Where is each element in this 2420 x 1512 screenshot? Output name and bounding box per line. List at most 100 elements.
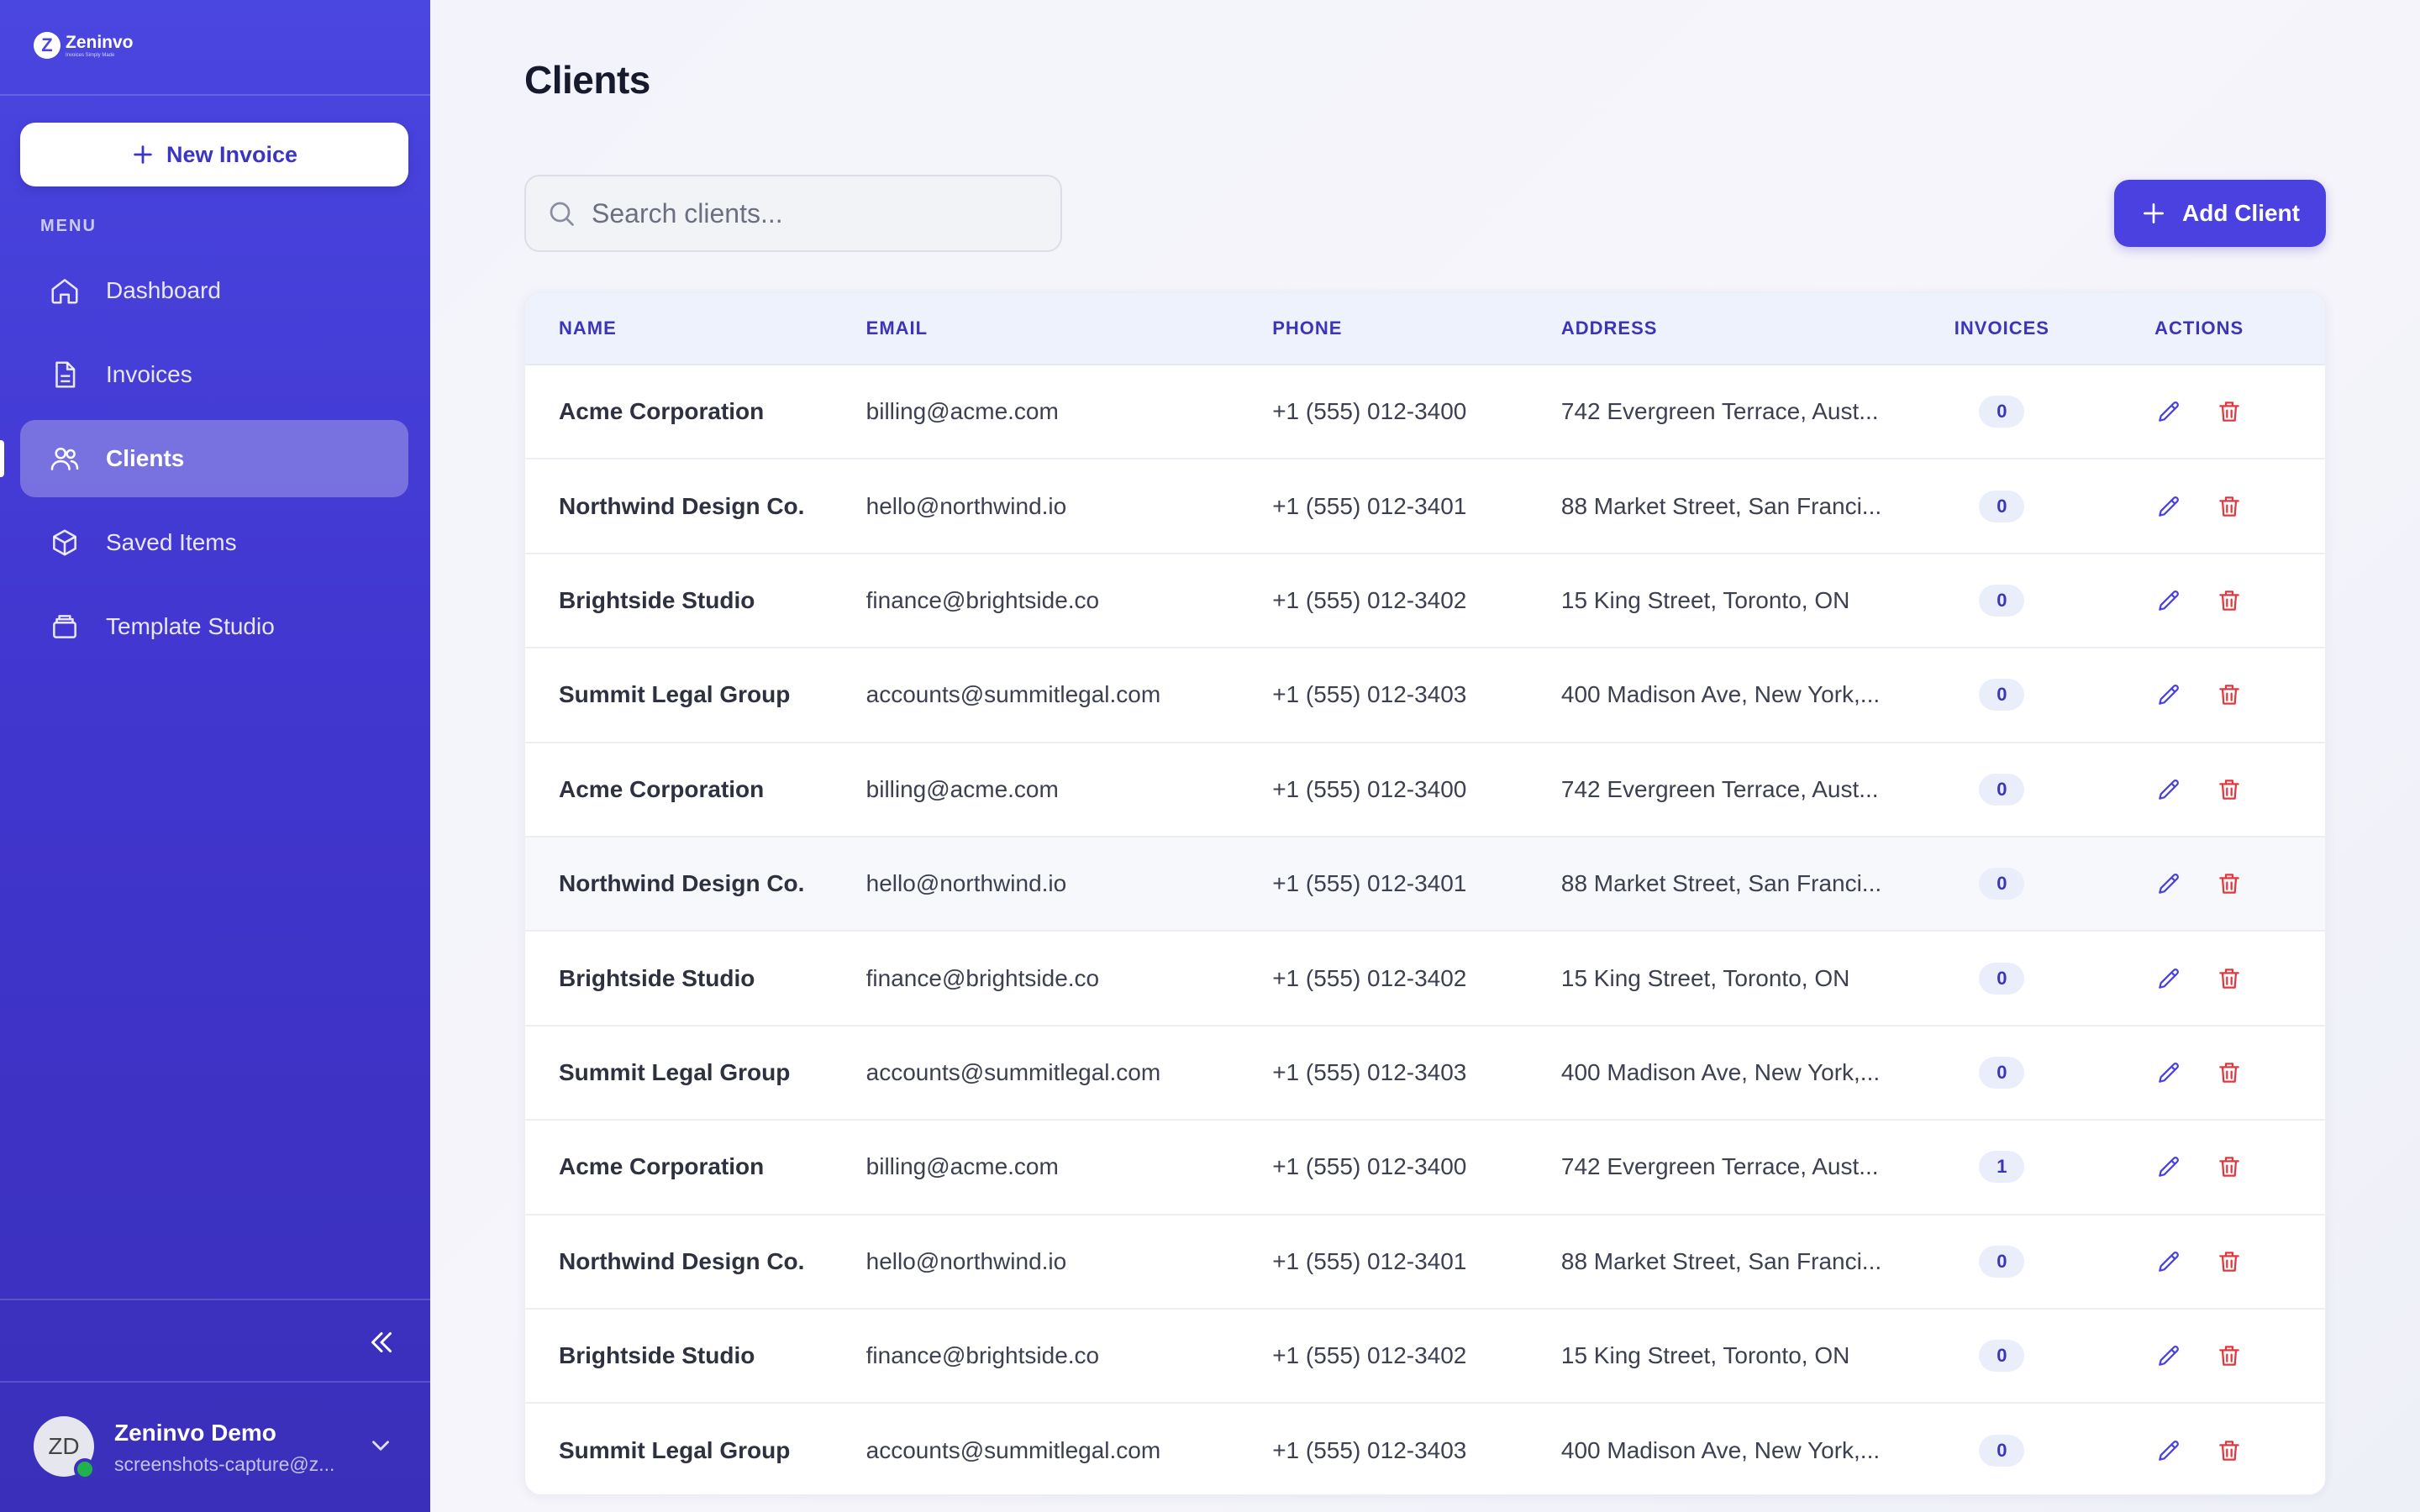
app-logo[interactable]: Z Zeninvo Invoices Simply Made [34,32,134,59]
trash-icon[interactable] [2214,680,2244,710]
sidebar: Z Zeninvo Invoices Simply Made New Invoi… [0,0,430,1512]
user-divider [0,1381,430,1383]
client-name: Brightside Studio [559,586,755,613]
client-address: 742 Evergreen Terrace, Aust... [1560,1153,1879,1180]
trash-icon[interactable] [2214,1436,2244,1466]
client-address: 15 King Street, Toronto, ON [1560,1342,1850,1369]
edit-icon[interactable] [2154,491,2184,522]
client-name: Brightside Studio [559,1342,755,1369]
sidebar-item-clients[interactable]: Clients [0,420,408,497]
edit-icon[interactable] [2154,869,2184,899]
search-box[interactable] [524,175,1062,252]
invoice-count-cell: 0 [1930,1340,2073,1373]
invoice-count-badge: 0 [1979,962,2025,995]
box-icon [53,529,76,556]
users-icon [50,447,79,470]
add-client-label: Add Client [2182,200,2300,226]
invoice-count-cell: 0 [1930,396,2073,428]
table-row[interactable]: Northwind Design Co. hello@northwind.io +1… [525,459,2325,554]
clients-table: NAME EMAIL PHONE ADDRESS INVOICES ACTION… [524,292,2326,1495]
search-input[interactable] [592,197,1045,229]
trash-icon[interactable] [2214,396,2244,427]
invoice-count-badge: 0 [1979,396,2025,428]
collapse-sidebar-button[interactable] [363,1324,400,1361]
table-row[interactable]: Brightside Studio finance@brightside.co +1… [525,554,2325,649]
invoice-count-badge: 0 [1979,1340,2025,1373]
sidebar-item-label: Saved Items [106,529,237,555]
edit-icon[interactable] [2154,396,2184,427]
table-row[interactable]: Northwind Design Co. hello@northwind.io +1… [525,1215,2325,1310]
edit-icon[interactable] [2154,774,2184,805]
trash-icon[interactable] [2214,1152,2244,1182]
client-phone: +1 (555) 012-3400 [1272,398,1467,425]
edit-icon[interactable] [2154,1341,2184,1371]
invoice-count-badge: 0 [1979,490,2025,522]
chevron-down-icon[interactable] [366,1431,395,1460]
trash-icon[interactable] [2214,963,2244,994]
trash-icon[interactable] [2214,1341,2244,1371]
user-menu[interactable]: ZD Zeninvo Demo screenshots-capture@z... [34,1416,403,1480]
logo-tagline: Invoices Simply Made [66,52,115,58]
client-email: hello@northwind.io [865,492,1067,519]
invoice-count-badge: 0 [1979,584,2025,617]
table-row[interactable]: Summit Legal Group accounts@summitlegal.c… [525,1404,2325,1494]
edit-icon[interactable] [2154,680,2184,710]
edit-icon[interactable] [2154,1058,2184,1088]
layers-icon [53,615,76,638]
edit-icon[interactable] [2154,1152,2184,1182]
edit-icon[interactable] [2154,1436,2184,1466]
row-actions [2073,1436,2325,1466]
row-actions [2073,1152,2325,1182]
trash-icon[interactable] [2214,869,2244,899]
client-phone: +1 (555) 012-3400 [1272,1153,1467,1180]
sidebar-item-template-studio[interactable]: Template Studio [20,588,408,665]
client-address: 742 Evergreen Terrace, Aust... [1560,398,1879,425]
invoice-count-cell: 0 [1930,584,2073,617]
table-row[interactable]: Acme Corporation billing@acme.com +1 (555)… [525,1121,2325,1215]
table-row[interactable]: Acme Corporation billing@acme.com +1 (555)… [525,365,2325,460]
sidebar-nav: Dashboard Invoices Clients Saved Items T… [0,252,408,672]
client-phone: +1 (555) 012-3400 [1272,775,1467,802]
trash-icon[interactable] [2214,585,2244,616]
client-email: hello@northwind.io [865,1247,1067,1274]
table-row[interactable]: Brightside Studio finance@brightside.co +1… [525,1310,2325,1404]
client-address: 400 Madison Ave, New York,... [1560,1437,1881,1464]
logo-name: Zeninvo [66,32,134,52]
client-name: Summit Legal Group [559,681,791,708]
client-name: Summit Legal Group [559,1058,791,1085]
column-header-invoices[interactable]: INVOICES [1930,318,2073,339]
invoice-count-cell: 0 [1930,1245,2073,1278]
invoice-count-badge: 0 [1979,1435,2025,1467]
sidebar-item-invoices[interactable]: Invoices [20,336,408,413]
trash-icon[interactable] [2214,491,2244,522]
invoice-count-cell: 0 [1930,1056,2073,1089]
table-row[interactable]: Summit Legal Group accounts@summitlegal.c… [525,648,2325,743]
column-header-address[interactable]: ADDRESS [1561,318,1931,339]
column-header-email[interactable]: EMAIL [866,318,1273,339]
client-email: finance@brightside.co [865,964,1100,991]
edit-icon[interactable] [2154,963,2184,994]
column-header-phone[interactable]: PHONE [1272,318,1561,339]
sidebar-item-label: Dashboard [106,277,221,303]
sidebar-item-dashboard[interactable]: Dashboard [20,252,408,329]
edit-icon[interactable] [2154,1247,2184,1277]
table-row[interactable]: Acme Corporation billing@acme.com +1 (555)… [525,743,2325,837]
trash-icon[interactable] [2214,1247,2244,1277]
add-client-button[interactable]: Add Client [2114,180,2326,247]
table-row[interactable]: Summit Legal Group accounts@summitlegal.c… [525,1026,2325,1121]
trash-icon[interactable] [2214,1058,2244,1088]
table-row[interactable]: Brightside Studio finance@brightside.co +1… [525,932,2325,1026]
home-icon [51,279,78,304]
column-header-name[interactable]: NAME [525,318,866,339]
sidebar-item-saved-items[interactable]: Saved Items [20,504,408,581]
new-invoice-button[interactable]: New Invoice [20,123,408,186]
client-address: 88 Market Street, San Franci... [1560,1247,1882,1274]
edit-icon[interactable] [2154,585,2184,616]
trash-icon[interactable] [2214,774,2244,805]
invoice-count-cell: 1 [1930,1151,2073,1184]
client-email: billing@acme.com [865,398,1059,425]
user-email: screenshots-capture@z... [114,1453,335,1475]
table-row[interactable]: Northwind Design Co. hello@northwind.io +1… [525,837,2325,932]
invoice-count-cell: 0 [1930,490,2073,522]
client-address: 400 Madison Ave, New York,... [1560,1058,1881,1085]
